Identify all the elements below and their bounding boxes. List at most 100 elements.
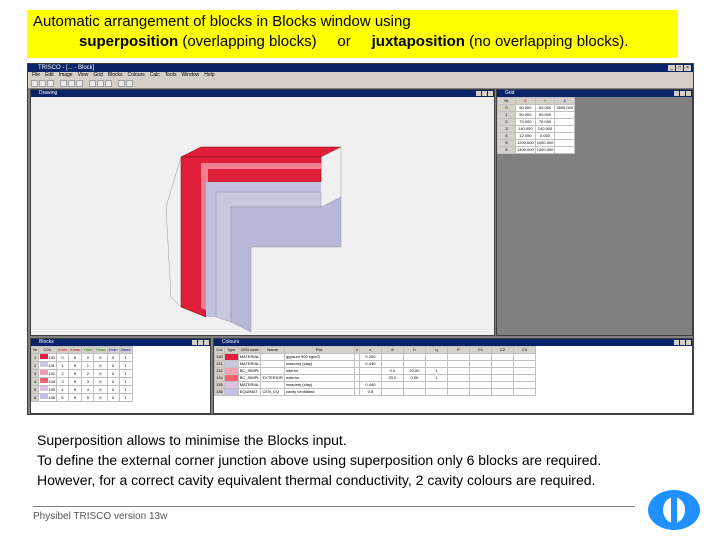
- blocks-window-title: Blocks: [39, 339, 54, 345]
- colours-col-header: h: [402, 346, 426, 354]
- help-icon[interactable]: [126, 80, 133, 87]
- colour-swatch: [223, 367, 239, 375]
- blocks-col-col: COL: [38, 346, 57, 354]
- blocks-minimize-button[interactable]: [192, 340, 197, 345]
- zoom-in-icon[interactable]: [89, 80, 96, 87]
- maximize-button[interactable]: □: [676, 65, 683, 71]
- drawing-maximize-button[interactable]: [482, 91, 487, 96]
- table-row[interactable]: 6 136 5 6 5 6 0 1: [31, 393, 133, 402]
- table-row[interactable]: 1 130 0 6 0 6 0 1: [31, 353, 133, 362]
- title-juxtaposition: juxtaposition: [371, 33, 465, 50]
- blocks-col-nr: Nr: [31, 346, 40, 354]
- grid-table[interactable]: Nr X Y Z 0 50.000 50.000 3500.000 1 50.000 50…: [497, 97, 576, 154]
- menu-calc[interactable]: Calc: [150, 72, 160, 79]
- colours-col-header: Type: [223, 346, 239, 354]
- table-row[interactable]: 130 MATERIAL gypsum 900 kg/m3 0.250: [214, 353, 536, 361]
- colours-col-header: q: [424, 346, 448, 354]
- table-row[interactable]: 4 134 3 6 3 6 0 1: [31, 377, 133, 386]
- menu-blocks[interactable]: Blocks: [108, 72, 123, 79]
- colours-table[interactable]: Col Type CEN code Name Pat. λ ε θ h q P C1 C2 C3 130 M…: [214, 346, 536, 396]
- table-row[interactable]: 6 1400.000 1200.000: [497, 146, 576, 154]
- colours-maximize-button[interactable]: [680, 340, 685, 345]
- colours-table-header: Col Type CEN code Name Pat. λ ε θ h q P C1 C2 C3: [214, 346, 536, 354]
- colours-window: Colours Col Type CEN code Name Pat. λ ε θ h q P C1 C…: [213, 338, 693, 414]
- drawing-close-button[interactable]: [488, 91, 493, 96]
- close-button[interactable]: ×: [684, 65, 691, 71]
- footer-divider: [33, 506, 635, 507]
- calculate-icon[interactable]: [118, 80, 125, 87]
- colour-swatch: [223, 388, 239, 396]
- grid-col-nr: Nr: [497, 97, 516, 105]
- table-row[interactable]: 3 140.000 140.000: [497, 125, 576, 133]
- colours-window-title: Colours: [222, 339, 240, 345]
- table-row[interactable]: 1 50.000 50.000: [497, 111, 576, 119]
- minimize-button[interactable]: _: [668, 65, 675, 71]
- colours-col-header: ε: [358, 346, 382, 354]
- table-row[interactable]: 131 MATERIAL masonry (clay) 0.440: [214, 360, 536, 368]
- title-line-1: Automatic arrangement of blocks in Block…: [33, 13, 411, 30]
- menu-file[interactable]: File: [32, 72, 40, 79]
- open-icon[interactable]: [39, 80, 46, 87]
- menu-grid[interactable]: Grid: [93, 72, 102, 79]
- blocks-close-button[interactable]: [204, 340, 209, 345]
- grid-table-header: Nr X Y Z: [497, 97, 576, 105]
- blocks-maximize-button[interactable]: [198, 340, 203, 345]
- table-row[interactable]: 132 BC_SIMPL interior 0.0 20.00 1: [214, 367, 536, 375]
- paste-icon[interactable]: [76, 80, 83, 87]
- table-row[interactable]: 2 131 1 6 1 6 0 1: [31, 361, 133, 370]
- save-icon[interactable]: [47, 80, 54, 87]
- title-juxtaposition-note: (no overlapping blocks).: [464, 33, 629, 50]
- colours-col-header: C1: [468, 346, 492, 354]
- blocks-table[interactable]: Nr COL Xmin Xmax Ymin Ymax Zmin Zmax 1 13…: [31, 346, 133, 402]
- colour-swatch: [223, 353, 239, 361]
- grid-maximize-button[interactable]: [680, 91, 685, 96]
- footer-text: Physibel TRISCO version 13w: [33, 511, 168, 522]
- colours-col-header: P: [446, 346, 470, 354]
- blocks-col-ymax: Ymax: [93, 346, 108, 354]
- colours-col-header: C2: [490, 346, 514, 354]
- table-row[interactable]: 3 132 2 6 2 6 0 1: [31, 369, 133, 378]
- title-or: or: [337, 33, 351, 50]
- toolbar: [28, 79, 693, 89]
- table-row[interactable]: 0 50.000 50.000 3500.000: [497, 104, 576, 112]
- table-row[interactable]: 135 MATERIAL masonry (clay) 0.440: [214, 381, 536, 389]
- menu-view[interactable]: View: [78, 72, 89, 79]
- colours-col-header: CEN code: [237, 346, 262, 354]
- grid-col-y: Y: [534, 97, 556, 105]
- grid-close-button[interactable]: [686, 91, 691, 96]
- colours-col-header: θ: [380, 346, 404, 354]
- drawing-minimize-button[interactable]: [476, 91, 481, 96]
- grid-col-x: X: [515, 97, 536, 105]
- menu-edit[interactable]: Edit: [45, 72, 54, 79]
- copy-icon[interactable]: [68, 80, 75, 87]
- title-superposition: superposition: [79, 33, 179, 50]
- table-row[interactable]: 4 12.000 0.000: [497, 132, 576, 140]
- cut-icon[interactable]: [60, 80, 67, 87]
- table-row[interactable]: 136 EQUIMAT CEN_EQ cavity ventilated 0.5: [214, 388, 536, 396]
- grid-window: Grid Nr X Y Z 0 50.000 50.000 3500.000 1 50.…: [496, 89, 693, 336]
- menu-colours[interactable]: Colours: [128, 72, 145, 79]
- menu-tools[interactable]: Tools: [165, 72, 177, 79]
- 3d-block-drawing[interactable]: [31, 97, 495, 336]
- title-superposition-note: (overlapping blocks): [178, 33, 317, 50]
- blocks-col-zmin: Zmin: [106, 346, 120, 354]
- menu-image[interactable]: Image: [59, 72, 73, 79]
- table-row[interactable]: 5 1200.000 1000.000: [497, 139, 576, 147]
- colours-minimize-button[interactable]: [674, 340, 679, 345]
- new-icon[interactable]: [31, 80, 38, 87]
- blocks-col-xmax: Xmax: [68, 346, 83, 354]
- app-title: TRISCO - [... - Block]: [38, 65, 95, 71]
- table-row[interactable]: 134 BC_SIMPL EXTERIOR exterior 20.0 0.00 1: [214, 374, 536, 382]
- colours-col-header: Col: [214, 346, 225, 354]
- menu-window[interactable]: Window: [181, 72, 199, 79]
- table-row[interactable]: 5 135 4 6 4 6 0 1: [31, 385, 133, 394]
- blocks-table-header: Nr COL Xmin Xmax Ymin Ymax Zmin Zmax: [31, 346, 133, 354]
- menu-help[interactable]: Help: [204, 72, 214, 79]
- colours-close-button[interactable]: [686, 340, 691, 345]
- table-row[interactable]: 2 70.000 70.000: [497, 118, 576, 126]
- drawing-window: Drawing: [30, 89, 495, 336]
- zoom-out-icon[interactable]: [97, 80, 104, 87]
- colour-swatch: [223, 381, 239, 389]
- rotate-icon[interactable]: [105, 80, 112, 87]
- grid-minimize-button[interactable]: [674, 91, 679, 96]
